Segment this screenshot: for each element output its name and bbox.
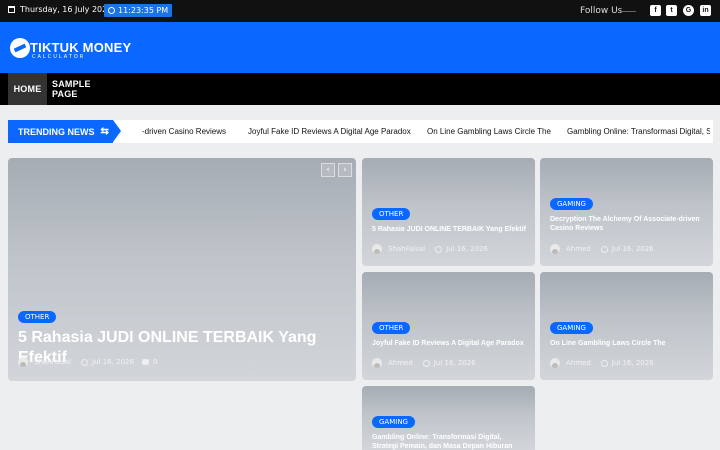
- post-date: Jul 16, 2026: [611, 359, 654, 367]
- post-meta: Ahmed Jul 16, 2026: [550, 244, 654, 254]
- linkedin-icon[interactable]: in: [700, 5, 711, 16]
- author-name[interactable]: Ahmed: [388, 359, 413, 367]
- post-title[interactable]: Decryption The Alchemy Of Associate-driv…: [550, 215, 705, 233]
- calendar-icon: [8, 6, 15, 13]
- nav-item-home[interactable]: HOME: [8, 73, 47, 105]
- post-title[interactable]: Gambling Online: Transformasi Digital, S…: [372, 433, 527, 450]
- site-header: TIKTUK MONEY CALCULATOR: [0, 22, 720, 73]
- category-badge[interactable]: GAMING: [550, 322, 593, 334]
- post-title[interactable]: 5 Rahasia JUDI ONLINE TERBAIK Yang Efekt…: [372, 225, 527, 234]
- category-badge[interactable]: OTHER: [372, 208, 411, 220]
- follow-us-label: Follow Us: [580, 6, 623, 16]
- post-card[interactable]: GAMING Decryption The Alchemy Of Associa…: [540, 158, 713, 266]
- facebook-icon[interactable]: f: [650, 5, 661, 16]
- post-meta: Ahmed Jul 16, 2026: [372, 358, 476, 368]
- post-title[interactable]: On Line Gambling Laws Circle The: [550, 339, 705, 348]
- trending-arrow: [113, 120, 121, 142]
- trending-label-text: TRENDING NEWS: [18, 126, 95, 137]
- category-badge[interactable]: OTHER: [372, 322, 411, 334]
- trending-label: TRENDING NEWS ⇆: [8, 120, 113, 143]
- post-card[interactable]: GAMING On Line Gambling Laws Circle The …: [540, 272, 713, 380]
- time-text: 11:23:35 PM: [118, 6, 169, 15]
- post-card[interactable]: OTHER 5 Rahasia JUDI ONLINE TERBAIK Yang…: [362, 158, 535, 266]
- post-card[interactable]: GAMING Gambling Online: Transformasi Dig…: [362, 386, 535, 450]
- author-name[interactable]: ShahFaisal: [388, 245, 425, 253]
- post-title[interactable]: Joyful Fake ID Reviews A Digital Age Par…: [372, 339, 532, 348]
- ticker-item[interactable]: Gambling Online: Transformasi Digital, S…: [567, 127, 710, 136]
- clock-icon: [422, 359, 430, 367]
- post-card[interactable]: OTHER Joyful Fake ID Reviews A Digital A…: [362, 272, 535, 380]
- post-date: Jul 16, 2026: [446, 245, 488, 253]
- nav-item-sample-page[interactable]: SAMPLE PAGE: [52, 73, 114, 105]
- logo-icon: [10, 38, 30, 58]
- date-text: Thursday, 16 July 2026: [20, 5, 113, 14]
- top-bar: Thursday, 16 July 2026 11:23:35 PM Follo…: [0, 0, 720, 22]
- avatar: [372, 358, 382, 368]
- featured-post-card[interactable]: ‹ › OTHER 5 Rahasia JUDI ONLINE TERBAIK …: [8, 158, 356, 381]
- ticker-item[interactable]: On Line Gambling Laws Circle The: [427, 127, 551, 136]
- category-badge[interactable]: OTHER: [18, 311, 57, 323]
- comment-count: 0: [152, 358, 158, 366]
- clock-icon: [435, 245, 443, 253]
- post-meta: Ahmed Jul 16, 2026: [550, 358, 654, 368]
- author-name[interactable]: Ahmed: [566, 245, 591, 253]
- slider-next-button[interactable]: ›: [338, 163, 352, 177]
- category-badge[interactable]: GAMING: [372, 416, 415, 428]
- clock-icon: [600, 245, 608, 253]
- avatar: [550, 244, 560, 254]
- date-display: Thursday, 16 July 2026: [8, 5, 112, 14]
- avatar: [18, 357, 28, 367]
- ticker-item[interactable]: Joyful Fake ID Reviews A Digital Age Par…: [248, 127, 411, 136]
- comment-icon: [141, 359, 149, 365]
- avatar: [550, 358, 560, 368]
- clock-icon: [108, 7, 115, 14]
- twitter-icon[interactable]: t: [666, 5, 677, 16]
- news-ticker: -driven Casino Reviews Joyful Fake ID Re…: [130, 120, 710, 143]
- main-nav: HOME SAMPLE PAGE: [0, 73, 720, 105]
- running-icon: ⇆: [100, 126, 109, 137]
- author-name[interactable]: Ahmed: [566, 359, 591, 367]
- category-badge[interactable]: GAMING: [550, 198, 593, 210]
- clock-icon: [600, 359, 608, 367]
- post-date: Jul 16, 2026: [433, 359, 476, 367]
- trending-news-bar: TRENDING NEWS ⇆ -driven Casino Reviews J…: [8, 120, 713, 143]
- ticker-item[interactable]: -driven Casino Reviews: [142, 127, 226, 136]
- logo-subtitle: CALCULATOR: [32, 54, 86, 60]
- post-meta: ShahFaisal Jul 16, 2026: [372, 244, 488, 254]
- post-date: Jul 16, 2026: [92, 358, 134, 366]
- avatar: [372, 244, 382, 254]
- google-plus-icon[interactable]: G: [683, 5, 694, 16]
- time-badge: 11:23:35 PM: [104, 4, 173, 17]
- author-name[interactable]: ShahFaisal: [34, 358, 71, 366]
- follow-divider: [620, 11, 636, 12]
- clock-icon: [81, 358, 89, 366]
- logo-title: TIKTUK MONEY: [30, 40, 132, 55]
- slider-prev-button[interactable]: ‹: [321, 163, 335, 177]
- post-meta: ShahFaisal Jul 16, 2026 0: [18, 357, 157, 367]
- post-date: Jul 16, 2026: [611, 245, 654, 253]
